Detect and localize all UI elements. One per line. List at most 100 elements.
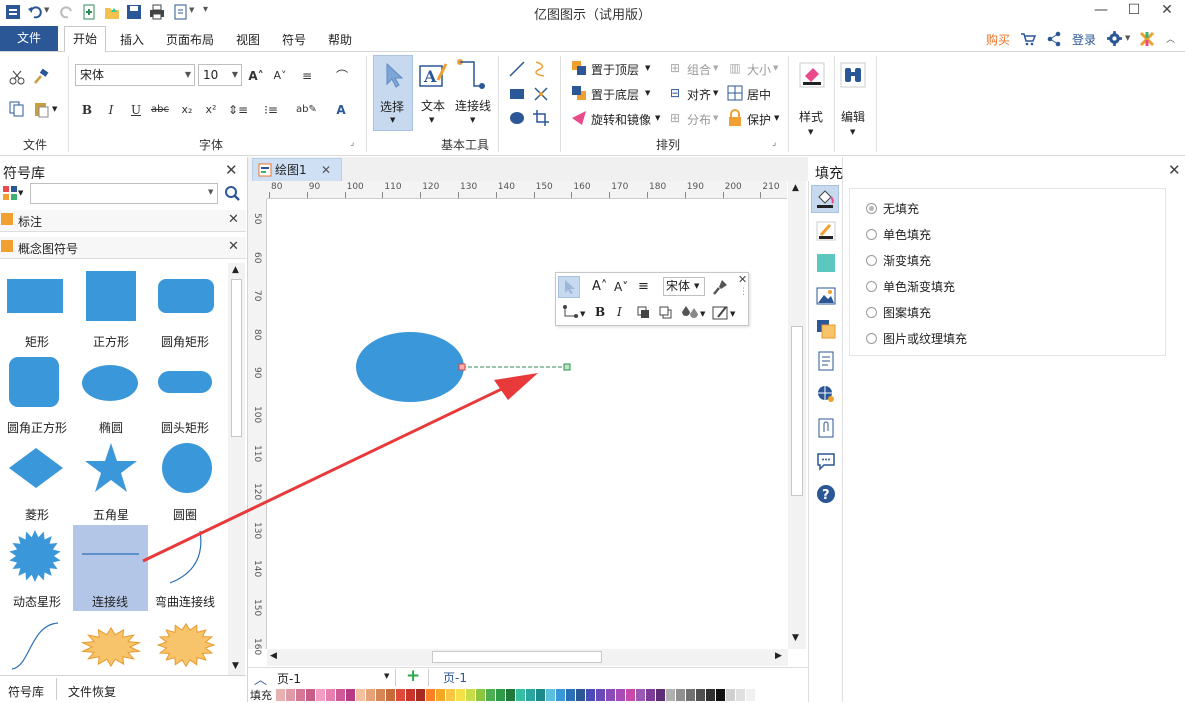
line-tool-icon[interactable] <box>508 60 526 78</box>
tab-view[interactable]: 视图 <box>236 31 260 48</box>
close-icon[interactable]: ✕ <box>225 161 238 179</box>
size-label[interactable]: 大小 <box>747 61 771 78</box>
minimize-icon[interactable]: — <box>1084 0 1118 22</box>
tab-file-recovery[interactable]: 文件恢复 <box>68 683 116 700</box>
shape-rounded-square[interactable]: 圆角正方形 <box>0 355 74 441</box>
color-swatch[interactable] <box>486 689 495 701</box>
shape-curved-connector[interactable]: 弯曲连接线 <box>148 529 222 615</box>
share-icon[interactable] <box>1046 31 1062 47</box>
line-style-icon[interactable] <box>816 221 836 241</box>
text-align-icon[interactable]: ≡ <box>638 279 649 294</box>
color-swatch[interactable] <box>586 689 595 701</box>
color-swatch[interactable] <box>316 689 325 701</box>
drag-handle-icon[interactable]: ⋮ <box>739 287 748 297</box>
shape-rectangle[interactable]: 矩形 <box>0 269 74 355</box>
shape-connector-line[interactable]: 连接线 <box>73 525 148 611</box>
shape-ellipse[interactable]: 椭圆 <box>74 355 148 441</box>
scroll-thumb[interactable] <box>791 326 803 496</box>
shape-circle[interactable]: 圆圈 <box>148 442 222 528</box>
collapse-ribbon-icon[interactable]: ︿ <box>1166 32 1175 45</box>
superscript-icon[interactable]: x² <box>202 101 220 119</box>
color-swatch[interactable] <box>436 689 445 701</box>
color-swatch[interactable] <box>476 689 485 701</box>
color-swatch[interactable] <box>606 689 615 701</box>
color-swatch[interactable] <box>466 689 475 701</box>
line-color-icon[interactable] <box>712 305 730 321</box>
color-swatch[interactable] <box>356 689 365 701</box>
style-icon[interactable] <box>799 62 825 88</box>
connector-tool-label[interactable]: 连接线 <box>455 97 491 114</box>
text-arc-icon[interactable]: ⌒ <box>330 67 354 85</box>
scroll-right-icon[interactable]: ▶ <box>775 651 782 661</box>
radio-button[interactable] <box>866 332 877 344</box>
connector-tool-icon[interactable] <box>456 58 488 90</box>
text-align-icon[interactable]: ≡ <box>298 67 316 85</box>
color-swatch[interactable] <box>706 689 715 701</box>
font-dialog-launcher-icon[interactable]: ⌟ <box>350 138 354 148</box>
color-swatch[interactable] <box>556 689 565 701</box>
color-swatch[interactable] <box>426 689 435 701</box>
color-swatch[interactable] <box>326 689 335 701</box>
shape-s-curve[interactable] <box>0 617 74 673</box>
fill-panel-button[interactable] <box>811 185 839 213</box>
radio-button[interactable] <box>866 306 877 318</box>
fill-option-pattern[interactable]: 图案填充 <box>866 303 931 321</box>
bring-front-icon[interactable] <box>636 305 652 321</box>
color-swatch[interactable] <box>516 689 525 701</box>
send-to-back-icon[interactable] <box>570 84 588 102</box>
shape-explosion[interactable] <box>74 617 148 673</box>
ellipse-tool-icon[interactable] <box>508 109 526 127</box>
shape-capsule[interactable]: 圆头矩形 <box>148 355 222 441</box>
hyperlink-globe-icon[interactable] <box>816 384 836 404</box>
color-swatch[interactable] <box>396 689 405 701</box>
fill-option-gradient[interactable]: 渐变填充 <box>866 251 931 269</box>
bullet-list-icon[interactable]: ⁝≡ <box>262 101 280 119</box>
maximize-icon[interactable]: ☐ <box>1117 0 1151 22</box>
search-dropdown-icon[interactable]: ▼ <box>208 188 213 196</box>
scroll-up-icon[interactable]: ▲ <box>792 183 799 193</box>
color-swatch[interactable] <box>376 689 385 701</box>
send-to-back-label[interactable]: 置于底层 <box>591 86 639 103</box>
arrange-dialog-launcher-icon[interactable]: ⌟ <box>772 138 776 148</box>
protect-label[interactable]: 保护 <box>747 111 771 128</box>
style-label[interactable]: 样式 <box>799 108 823 125</box>
library-search-input[interactable] <box>30 183 218 204</box>
cross-connect-tool-icon[interactable] <box>532 85 550 103</box>
shrink-font-icon[interactable]: A˅ <box>271 67 289 85</box>
fill-option-picture-texture[interactable]: 图片或纹理填充 <box>866 329 967 347</box>
radio-button[interactable] <box>866 254 877 266</box>
format-painter-icon[interactable] <box>712 278 730 296</box>
color-swatch[interactable] <box>416 689 425 701</box>
color-swatch[interactable] <box>576 689 585 701</box>
paste-icon[interactable] <box>32 100 50 118</box>
scroll-down-icon[interactable]: ▼ <box>232 661 239 671</box>
fill-option-solid[interactable]: 单色填充 <box>866 225 931 243</box>
close-icon[interactable]: ✕ <box>1168 161 1181 179</box>
line-spacing-icon[interactable]: ⇕≡ <box>228 101 248 119</box>
color-swatch[interactable] <box>286 689 295 701</box>
paste-dropdown-icon[interactable]: ▼ <box>52 105 57 113</box>
library-grid-icon[interactable] <box>2 185 18 201</box>
color-swatch[interactable] <box>526 689 535 701</box>
image-icon[interactable] <box>816 286 836 306</box>
rectangle-tool-icon[interactable] <box>508 85 526 103</box>
tab-home[interactable]: 开始 <box>64 26 106 52</box>
font-family-select[interactable]: 宋体 ▼ <box>75 64 195 86</box>
color-swatch[interactable] <box>566 689 575 701</box>
ellipse-shape[interactable] <box>356 332 464 402</box>
file-menu-button[interactable]: 文件 <box>0 26 58 51</box>
cut-icon[interactable] <box>8 68 26 86</box>
color-swatch[interactable] <box>676 689 685 701</box>
shape-square[interactable]: 正方形 <box>74 269 148 355</box>
shadow-icon[interactable] <box>816 253 836 273</box>
shrink-font-icon[interactable]: A˅ <box>614 280 628 294</box>
document-properties-icon[interactable] <box>816 351 836 371</box>
color-swatch[interactable] <box>536 689 545 701</box>
library-section-callout[interactable]: 标注 ✕ <box>0 210 246 232</box>
distribute-label[interactable]: 分布 <box>687 111 711 128</box>
distribute-icon[interactable]: ⊞ <box>666 109 684 127</box>
bring-to-front-label[interactable]: 置于顶层 <box>591 61 639 78</box>
select-tool-button[interactable]: 选择 ▼ <box>373 55 413 131</box>
tab-symbols[interactable]: 符号 <box>282 31 306 48</box>
italic-icon[interactable]: I <box>102 101 120 119</box>
